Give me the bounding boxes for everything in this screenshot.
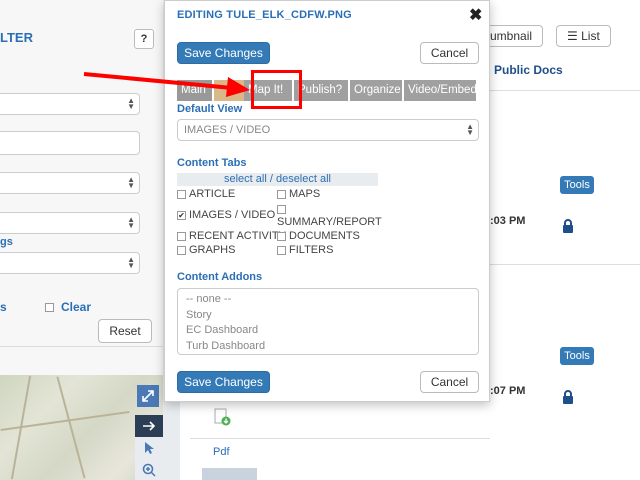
- default-view-value: IMAGES / VIDEO: [184, 124, 271, 136]
- checkbox-summary-report[interactable]: SUMMARY/REPORT: [277, 203, 382, 228]
- timestamp: :07 PM: [490, 385, 526, 397]
- dialog-title: EDITING TULE_ELK_CDFW.PNG: [177, 9, 352, 21]
- checkbox-label: GRAPHS: [189, 244, 236, 256]
- timestamp: :03 PM: [490, 215, 526, 227]
- list-view-button[interactable]: ☰ List: [556, 25, 611, 47]
- lock-icon: [562, 390, 574, 407]
- checkbox-label: RECENT ACTIVITY: [189, 230, 286, 242]
- edit-dialog: EDITING TULE_ELK_CDFW.PNG ✖ Save Changes…: [164, 0, 490, 402]
- annotation-arrow-icon: [83, 72, 250, 97]
- map-road: [0, 410, 130, 432]
- default-view-select[interactable]: IMAGES / VIDEO ▲ ▼: [177, 119, 479, 141]
- checkbox-label: DOCUMENTS: [289, 230, 360, 242]
- divider: [190, 438, 490, 439]
- map-view[interactable]: [0, 375, 163, 480]
- save-changes-button[interactable]: Save Changes: [177, 42, 270, 64]
- pdf-link[interactable]: Pdf: [213, 446, 230, 458]
- clear-link[interactable]: Clear: [61, 300, 91, 314]
- checkbox-recent-activity[interactable]: RECENT ACTIVITY: [177, 230, 286, 242]
- close-icon[interactable]: ✖: [469, 5, 482, 25]
- checkbox-images-video[interactable]: ✔ IMAGES / VIDEO: [177, 209, 275, 221]
- checkbox-box-checked[interactable]: ✔: [177, 211, 186, 220]
- select-caret-icon: ▲ ▼: [466, 122, 474, 137]
- addon-option[interactable]: Story: [186, 308, 470, 324]
- divider: [490, 264, 640, 265]
- tags-link[interactable]: gs: [0, 236, 13, 248]
- checkbox-box[interactable]: [277, 205, 286, 214]
- list-view-label: List: [581, 29, 600, 43]
- filter-link[interactable]: s: [0, 300, 7, 314]
- cancel-button[interactable]: Cancel: [420, 42, 479, 64]
- deselect-all-link[interactable]: deselect all: [276, 173, 331, 185]
- tab-organize[interactable]: Organize: [350, 80, 402, 101]
- filter-select-4[interactable]: ▲ ▼: [0, 252, 140, 274]
- select-caret-icon: ▲ ▼: [127, 175, 135, 190]
- checkbox-box[interactable]: [177, 246, 186, 255]
- reset-button[interactable]: Reset: [98, 319, 152, 343]
- document-download-icon[interactable]: [214, 408, 232, 429]
- checkbox-label: MAPS: [289, 188, 321, 200]
- checkbox-filters[interactable]: FILTERS: [277, 244, 333, 256]
- tab-publish[interactable]: Publish?: [294, 80, 348, 101]
- addon-option[interactable]: Turb Dashboard: [186, 339, 470, 355]
- zoom-in-icon[interactable]: [135, 459, 163, 480]
- addon-option[interactable]: EC Dashboard: [186, 323, 470, 339]
- list-icon: ☰: [567, 29, 578, 43]
- divider: [490, 90, 640, 91]
- checkbox-label: FILTERS: [289, 244, 334, 256]
- clear-checkbox[interactable]: [45, 303, 54, 312]
- separator: /: [266, 173, 276, 185]
- content-tabs-label: Content Tabs: [177, 157, 247, 169]
- checkbox-box[interactable]: [177, 190, 186, 199]
- content-addons-list[interactable]: -- none -- Story EC Dashboard Turb Dashb…: [177, 288, 479, 355]
- tools-button[interactable]: Tools: [560, 176, 594, 194]
- filter-text-input[interactable]: [0, 131, 140, 155]
- select-all-link[interactable]: select all: [224, 173, 267, 185]
- select-caret-icon: ▲ ▼: [127, 255, 135, 270]
- select-caret-icon: ▲ ▼: [127, 215, 135, 230]
- checkbox-label: ARTICLE: [189, 188, 236, 200]
- expand-icon[interactable]: [137, 385, 159, 407]
- select-caret-icon: ▲ ▼: [127, 96, 135, 111]
- filter-select-3[interactable]: ▲ ▼: [0, 212, 140, 234]
- public-docs-heading: Public Docs: [494, 63, 563, 77]
- checkbox-maps[interactable]: MAPS: [277, 188, 320, 200]
- document-thumbnail[interactable]: [202, 468, 257, 480]
- annotation-highlight-box: [251, 70, 302, 109]
- checkbox-label: SUMMARY/REPORT: [277, 216, 382, 228]
- checkbox-box[interactable]: [277, 232, 286, 241]
- addon-option[interactable]: -- none --: [186, 292, 470, 308]
- checkbox-box[interactable]: [277, 190, 286, 199]
- checkbox-label: IMAGES / VIDEO: [189, 209, 276, 221]
- content-addons-label: Content Addons: [177, 271, 263, 283]
- checkbox-box[interactable]: [177, 232, 186, 241]
- document-list: Pdf: [180, 390, 490, 480]
- map-road: [56, 376, 86, 479]
- checkbox-graphs[interactable]: GRAPHS: [177, 244, 235, 256]
- divider: [0, 346, 163, 347]
- checkbox-box[interactable]: [277, 246, 286, 255]
- help-button[interactable]: ?: [134, 29, 154, 49]
- tab-video-embed[interactable]: Video/Embed: [404, 80, 477, 101]
- pointer-icon[interactable]: [135, 437, 163, 459]
- filter-title: LTER: [0, 30, 33, 45]
- lock-icon: [562, 219, 574, 236]
- checkbox-documents[interactable]: DOCUMENTS: [277, 230, 360, 242]
- cancel-button-bottom[interactable]: Cancel: [420, 371, 479, 393]
- default-view-label: Default View: [177, 103, 243, 115]
- select-all-bar: select all / deselect all: [177, 173, 378, 186]
- save-changes-button-bottom[interactable]: Save Changes: [177, 371, 270, 393]
- results-panel: umbnail ☰ List Public Docs Tools :03 PM …: [480, 0, 640, 480]
- tools-button[interactable]: Tools: [560, 347, 594, 365]
- filter-select-2[interactable]: ▲ ▼: [0, 172, 140, 194]
- checkbox-article[interactable]: ARTICLE: [177, 188, 235, 200]
- arrow-right-icon[interactable]: [135, 415, 163, 437]
